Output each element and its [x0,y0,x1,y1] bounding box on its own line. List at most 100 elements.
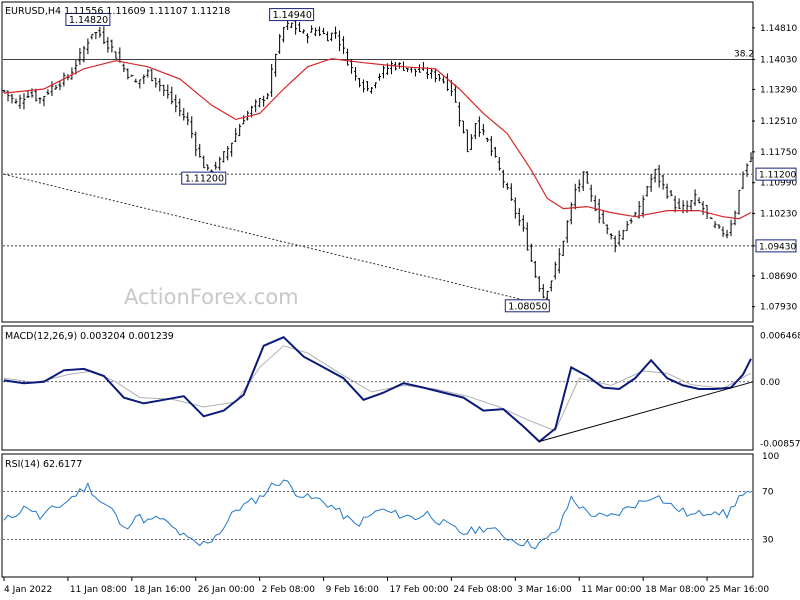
price-candle [549,280,553,292]
price-candle [377,73,381,81]
time-tick-label: 11 Mar 00:00 [581,585,641,595]
price-candle [529,243,533,262]
macd-line [3,336,752,443]
price-candle [34,88,38,102]
price-candle [94,31,98,40]
price-candle [481,123,485,136]
price-candle [681,200,685,214]
price-candle [601,210,605,224]
price-candle [222,151,226,163]
time-tick-label: 2 Feb 08:00 [262,585,316,595]
price-candle [573,183,577,210]
price-candle [585,170,589,184]
price-candle [473,123,477,140]
price-candle [441,76,445,84]
price-candle [146,69,150,78]
price-candle [521,215,525,232]
price-candle [505,182,509,190]
price-candle [485,137,489,143]
price-candle [389,60,393,75]
macd-tick-label: 0.006468 [760,331,800,341]
price-candle [98,26,102,38]
price-candle [38,97,42,104]
price-candle [513,197,517,219]
price-candle [154,77,158,88]
price-tick-label: 1.12510 [760,117,797,127]
price-candle [677,198,681,210]
price-candle [334,26,338,39]
price-candle [354,66,358,81]
current-price-label: 1.11200 [759,171,796,181]
price-candle [234,128,238,143]
price-candle [170,86,174,105]
price-header: EURUSD,H4 1.11556 1.11609 1.11107 1.1121… [5,6,230,17]
price-candle [318,26,322,37]
price-candle [90,33,94,40]
time-tick-label: 17 Feb 00:00 [389,585,448,595]
price-candle [429,68,433,79]
price-candle [445,73,449,92]
price-candle [202,155,206,169]
price-candle [270,63,274,97]
price-candle [134,78,138,83]
price-candle [729,219,733,237]
macd-tick-label: 0.00 [760,378,780,388]
price-candle [741,171,745,190]
price-candle [82,45,86,63]
rsi-tick-label: 100 [762,452,779,462]
price-candle [198,143,202,158]
price-candle [366,81,370,92]
price-candle [110,39,114,53]
price-candle [457,101,461,127]
price-candle [665,183,669,199]
time-tick-label: 25 Mar 16:00 [709,585,769,595]
price-tick-label: 1.10230 [760,209,797,219]
price-candle [190,116,194,139]
time-tick-label: 11 Jan 08:00 [70,585,127,595]
price-candle [22,93,26,110]
price-candle [553,261,557,280]
price-candle [737,189,741,215]
price-candle [278,34,282,54]
price-candle [525,222,529,251]
time-tick-label: 18 Mar 08:00 [645,585,705,595]
price-candle [465,129,469,153]
price-candle [330,32,334,42]
price-candle [274,53,278,77]
price-candle [238,123,242,137]
price-candle [314,27,318,37]
price-candle [701,201,705,215]
price-candle [437,73,441,82]
price-candle [262,95,266,107]
price-candle [122,63,126,73]
time-tick-label: 18 Jan 16:00 [134,585,191,595]
price-candle [214,161,218,170]
watermark: ActionForex.com [124,285,299,309]
price-layer: 38.21.14820 1.149401.112001.08050 [2,8,754,313]
price-candle [346,48,350,66]
chart-window: ActionForex.com 38.2 1.14820 1.14940 1.1120… [0,0,800,600]
price-candle [158,78,162,92]
price-candle [621,229,625,240]
price-candle [461,120,465,134]
price-candle [509,183,513,201]
rsi-panel-frame [1,453,754,578]
price-candle [58,80,62,91]
price-tick-label: 1.13290 [760,85,797,95]
price-annotation-label: 1.11200 [185,174,224,185]
rsi-layer [3,479,752,550]
price-candle [254,99,258,113]
rsi-tick-label: 70 [762,488,774,498]
price-candle [130,74,134,77]
price-tick-label: 1.14030 [760,55,797,65]
price-candle [18,94,22,109]
price-candle [669,189,673,197]
price-candle [286,19,290,30]
price-candle [397,62,401,69]
price-candle [10,93,14,104]
price-candle [342,36,346,55]
price-candle [338,30,342,52]
price-candle [186,112,190,126]
moving-average-line [3,58,752,220]
price-candle [497,156,501,171]
